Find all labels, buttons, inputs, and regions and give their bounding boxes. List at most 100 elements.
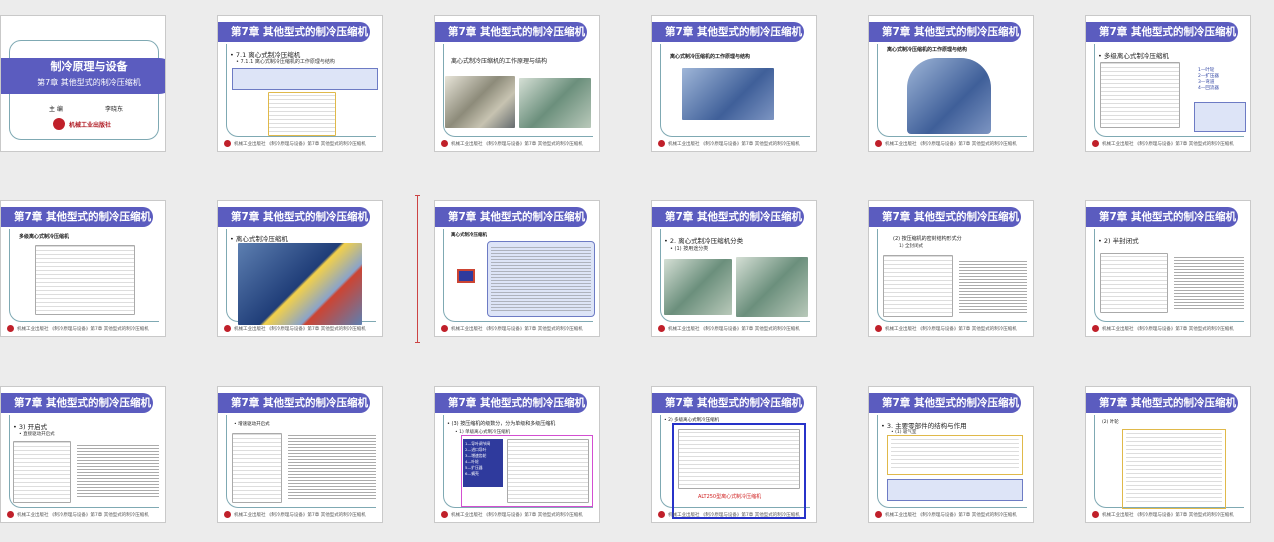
slide-thumbnail-5[interactable]: 第7章 其他型式的制冷压缩机 离心式制冷压缩机的工作原理与结构 机械工业出版社 …	[868, 15, 1034, 152]
cover-publisher: 机械工业出版社	[69, 122, 112, 129]
slide-title: 第7章 其他型式的制冷压缩机	[1, 207, 153, 227]
slide-footer: 机械工业出版社 《制冷原理与设备》第7章 其他型式的制冷压缩机	[1092, 324, 1244, 333]
legend-text: 1—导叶调节阀 2—进口导叶 3—增速齿轮 4—叶轮 5—扩压器 6—蜗壳	[465, 441, 491, 476]
compressor-section-photo	[238, 243, 362, 325]
slide-thumbnail-10[interactable]: 第7章 其他型式的制冷压缩机 • 2. 离心式制冷压缩机分类 • (1) 按用途…	[651, 200, 817, 337]
impeller-drawing	[1126, 433, 1222, 505]
slide-thumbnail-14[interactable]: 第7章 其他型式的制冷压缩机 • 增速驱动开启式 机械工业出版社 《制冷原理与设…	[217, 386, 383, 523]
description-text	[1174, 257, 1244, 311]
logo-icon	[875, 140, 882, 147]
slide-title: 第7章 其他型式的制冷压缩机	[652, 207, 804, 227]
slide-heading: • 3) 开启式	[13, 423, 48, 431]
hermetic-compressor-drawing	[883, 255, 953, 317]
slide-heading: • (3) 按压缩机的级数分，分为单级和多级压缩机	[447, 421, 556, 427]
slide-footer: 机械工业出版社 《制冷原理与设备》第7章 其他型式的制冷压缩机	[441, 510, 593, 519]
insertion-marker	[415, 195, 420, 343]
slide-heading: 离心式制冷压缩机	[451, 233, 487, 238]
slide-thumbnail-13[interactable]: 第7章 其他型式的制冷压缩机 • 3) 开启式 • 直接驱动开启式 机械工业出版…	[0, 386, 166, 523]
slide-footer: 机械工业出版社 《制冷原理与设备》第7章 其他型式的制冷压缩机	[441, 139, 593, 148]
logo-icon	[224, 511, 231, 518]
water-chiller-photo	[736, 257, 808, 317]
slide-footer: 机械工业出版社 《制冷原理与设备》第7章 其他型式的制冷压缩机	[1092, 139, 1244, 148]
slide-heading: • 多级离心式制冷压缩机	[1098, 52, 1169, 60]
slide-heading: 离心式制冷压缩机的工作原理与结构	[670, 54, 751, 60]
logo-icon	[1092, 511, 1099, 518]
slide-thumbnail-15[interactable]: 第7章 其他型式的制冷压缩机 • (3) 按压缩机的级数分，分为单级和多级压缩机…	[434, 386, 600, 523]
description-text	[959, 259, 1027, 315]
slide-thumbnail-8[interactable]: 第7章 其他型式的制冷压缩机 • 离心式制冷压缩机 机械工业出版社 《制冷原理与…	[217, 200, 383, 337]
slide-thumbnail-4[interactable]: 第7章 其他型式的制冷压缩机 离心式制冷压缩机的工作原理与结构 机械工业出版社 …	[651, 15, 817, 152]
slide-heading: • 2) 半封闭式	[1098, 237, 1139, 245]
slide-thumbnail-7[interactable]: 第7章 其他型式的制冷压缩机 多级离心式制冷压缩机 机械工业出版社 《制冷原理与…	[0, 200, 166, 337]
logo-icon	[875, 325, 882, 332]
semi-hermetic-drawing	[1100, 253, 1168, 313]
slide-thumbnail-3[interactable]: 第7章 其他型式的制冷压缩机 离心式制冷压缩机的工作原理与结构 机械工业出版社 …	[434, 15, 600, 152]
logo-icon	[1092, 140, 1099, 147]
slide-heading: 多级离心式制冷压缩机	[19, 234, 70, 240]
slide-heading: 离心式制冷压缩机的工作原理与结构	[451, 58, 548, 65]
slide-thumbnail-18[interactable]: 第7章 其他型式的制冷压缩机 (2) 叶轮 机械工业出版社 《制冷原理与设备》第…	[1085, 386, 1251, 523]
key-box	[457, 269, 475, 283]
slide-heading: • 离心式制冷压缩机	[230, 235, 288, 243]
compressor-photo	[682, 68, 774, 120]
slide-footer: 机械工业出版社 《制冷原理与设备》第7章 其他型式的制冷压缩机	[1092, 510, 1244, 519]
cover-title: 制冷原理与设备	[50, 60, 128, 73]
publisher-logo-icon	[53, 118, 65, 130]
slide-thumbnail-1[interactable]: 制冷原理与设备 第7章 其他型式的制冷压缩机 主 编 李晓东 机械工业出版社	[0, 15, 166, 152]
multistage-section-drawing	[678, 429, 800, 489]
open-type-drawing	[13, 441, 71, 503]
text-box	[232, 68, 378, 90]
slide-footer: 机械工业出版社 《制冷原理与设备》第7章 其他型式的制冷压缩机	[441, 324, 593, 333]
multistage-drawing	[35, 245, 135, 315]
logo-icon	[441, 140, 448, 147]
slide-heading: (2) 叶轮	[1102, 420, 1119, 425]
logo-icon	[658, 325, 665, 332]
description-text	[77, 445, 159, 499]
slide-footer: 机械工业出版社 《制冷原理与设备》第7章 其他型式的制冷压缩机	[224, 324, 376, 333]
slide-thumbnail-11[interactable]: 第7章 其他型式的制冷压缩机 (2) 按压缩机的密封结构形式分 1) 全封闭式 …	[868, 200, 1034, 337]
compressor-drawing	[268, 92, 336, 136]
slide-title: 第7章 其他型式的制冷压缩机	[218, 393, 370, 413]
slide-heading: • 增速驱动开启式	[234, 422, 270, 427]
slide-title: 第7章 其他型式的制冷压缩机	[652, 393, 804, 413]
slide-footer: 机械工业出版社 《制冷原理与设备》第7章 其他型式的制冷压缩机	[7, 324, 159, 333]
slide-heading: (2) 按压缩机的密封结构形式分	[893, 236, 962, 242]
cover-author-label: 主 编	[49, 106, 63, 113]
suction-chamber-drawing	[891, 439, 1019, 471]
cover-subtitle: 第7章 其他型式的制冷压缩机	[37, 78, 141, 87]
text-box	[1194, 102, 1246, 132]
single-stage-drawing	[507, 439, 589, 503]
cover-author-name: 李晓东	[105, 106, 124, 113]
description-text	[288, 435, 376, 501]
slide-thumbnail-17[interactable]: 第7章 其他型式的制冷压缩机 • 3. 主要零部件的结构与作用 • (1) 吸气…	[868, 386, 1034, 523]
compressor-photo	[519, 78, 591, 128]
slide-title: 第7章 其他型式的制冷压缩机	[869, 393, 1021, 413]
slide-footer: 机械工业出版社 《制冷原理与设备》第7章 其他型式的制冷压缩机	[875, 510, 1027, 519]
slide-footer: 机械工业出版社 《制冷原理与设备》第7章 其他型式的制冷压缩机	[658, 510, 810, 519]
slide-sorter-view: 制冷原理与设备 第7章 其他型式的制冷压缩机 主 编 李晓东 机械工业出版社 第…	[0, 0, 1274, 542]
logo-icon	[441, 511, 448, 518]
slide-subheading: • (1) 按用途分类	[670, 246, 709, 252]
logo-icon	[1092, 325, 1099, 332]
water-chiller-photo	[664, 259, 732, 315]
slide-subheading: • 直接驱动开启式	[19, 432, 55, 437]
compressor-cutaway-photo	[907, 58, 991, 134]
slide-thumbnail-12[interactable]: 第7章 其他型式的制冷压缩机 • 2) 半封闭式 机械工业出版社 《制冷原理与设…	[1085, 200, 1251, 337]
slide-title: 第7章 其他型式的制冷压缩机	[652, 22, 804, 42]
slide-footer: 机械工业出版社 《制冷原理与设备》第7章 其他型式的制冷压缩机	[224, 139, 376, 148]
slide-title: 第7章 其他型式的制冷压缩机	[1086, 393, 1238, 413]
slide-heading: 离心式制冷压缩机的工作原理与结构	[887, 47, 968, 53]
slide-title: 第7章 其他型式的制冷压缩机	[218, 22, 370, 42]
slide-footer: 机械工业出版社 《制冷原理与设备》第7章 其他型式的制冷压缩机	[658, 139, 810, 148]
logo-icon	[441, 325, 448, 332]
slide-title: 第7章 其他型式的制冷压缩机	[869, 22, 1021, 42]
slide-footer: 机械工业出版社 《制冷原理与设备》第7章 其他型式的制冷压缩机	[658, 324, 810, 333]
feature-list-text	[491, 245, 591, 313]
slide-thumbnail-6[interactable]: 第7章 其他型式的制冷压缩机 • 多级离心式制冷压缩机 1—叶轮 2—扩压器 3…	[1085, 15, 1251, 152]
slide-thumbnail-16[interactable]: 第7章 其他型式的制冷压缩机 • 2) 多级离心式制冷压缩机 ALT250型离心…	[651, 386, 817, 523]
slide-title: 第7章 其他型式的制冷压缩机	[869, 207, 1021, 227]
stage-section-drawing	[1100, 62, 1180, 128]
slide-thumbnail-2[interactable]: 第7章 其他型式的制冷压缩机 • 7.1 离心式制冷压缩机 • 7.1.1 离心…	[217, 15, 383, 152]
slide-thumbnail-9[interactable]: 第7章 其他型式的制冷压缩机 离心式制冷压缩机 机械工业出版社 《制冷原理与设备…	[434, 200, 600, 337]
slide-title: 第7章 其他型式的制冷压缩机	[1086, 207, 1238, 227]
